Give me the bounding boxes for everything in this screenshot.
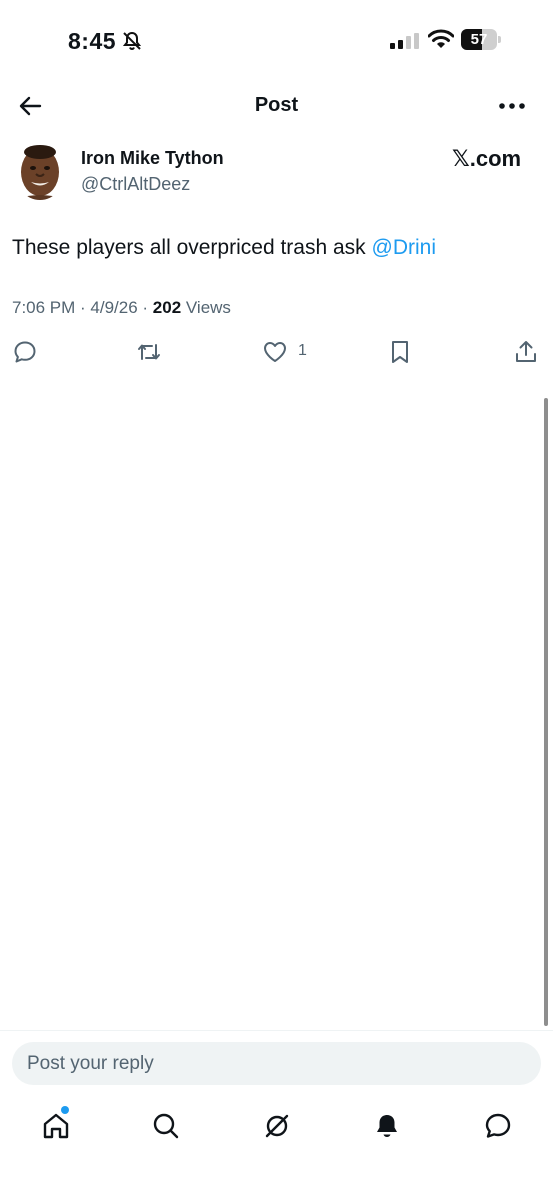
notification-dot [61, 1106, 69, 1114]
status-time: 8:45 [68, 28, 117, 54]
views-label: Views [181, 298, 231, 317]
like-count: 1 [298, 342, 307, 359]
page-title: Post [254, 94, 299, 116]
reply-placeholder: Post your reply [27, 1053, 154, 1074]
bell-slash-icon [122, 31, 142, 51]
bookmark-icon[interactable] [387, 339, 413, 365]
notifications-icon[interactable] [372, 1111, 402, 1141]
messages-icon[interactable] [483, 1111, 513, 1141]
repost-icon[interactable] [136, 339, 162, 365]
author-handle[interactable]: @CtrlAltDeez [81, 174, 190, 195]
search-icon[interactable] [151, 1111, 181, 1141]
grok-icon[interactable] [262, 1111, 292, 1141]
battery-percent: 57 [470, 31, 488, 48]
reply-divider [0, 1030, 553, 1031]
battery-icon: 57 [461, 29, 503, 50]
post-body: These players all overpriced trash ask [12, 236, 372, 259]
post-timestamp: 7:06 PM · 4/9/26 · [12, 298, 153, 317]
scrollbar[interactable] [544, 398, 548, 1026]
reply-input[interactable]: Post your reply [12, 1042, 541, 1085]
post-text: These players all overpriced trash ask @… [12, 236, 436, 260]
share-icon[interactable] [513, 339, 539, 365]
post-meta: 7:06 PM · 4/9/26 · 202 Views [12, 298, 231, 318]
author-name[interactable]: Iron Mike Tython [81, 148, 224, 169]
views-count: 202 [152, 298, 182, 317]
avatar[interactable] [14, 140, 66, 200]
reply-icon[interactable] [12, 339, 38, 365]
cellular-signal-icon [390, 33, 419, 49]
home-icon[interactable] [41, 1111, 71, 1141]
mention-link[interactable]: @Drini [372, 236, 437, 259]
ellipsis-icon[interactable] [498, 96, 526, 116]
wifi-icon [428, 29, 454, 48]
x-watermark: 𝕏.com [452, 146, 522, 171]
like-icon[interactable] [262, 339, 288, 365]
